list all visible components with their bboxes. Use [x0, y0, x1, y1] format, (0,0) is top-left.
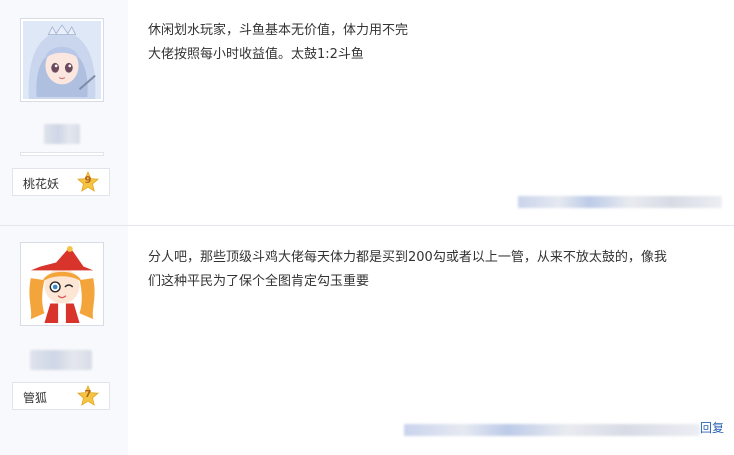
- avatar[interactable]: [20, 242, 104, 326]
- level-name: 桃花妖: [23, 177, 60, 191]
- level-name: 管狐: [23, 391, 48, 405]
- post-1: 桃花妖 9 休闲划水玩家，斗鱼基本无价值，体力用不完 大佬按照每小时收益值。太鼓…: [0, 0, 734, 226]
- post-meta-blurred: [518, 196, 722, 208]
- reply-link[interactable]: 回复: [700, 419, 724, 436]
- level-badge[interactable]: 桃花妖 9: [12, 168, 110, 196]
- level-star-icon: 7: [77, 385, 99, 407]
- post-2: 管狐 7 分人吧，那些顶级斗鸡大佬每天体力都是买到200勾或者以上一管，从来不放…: [0, 226, 734, 455]
- post-content: 分人吧，那些顶级斗鸡大佬每天体力都是买到200勾或者以上一管，从来不放太鼓的，像…: [148, 246, 714, 294]
- post-meta-blurred: [404, 424, 700, 436]
- post-line: 们这种平民为了保个全图肯定勾玉重要: [148, 274, 370, 289]
- author-sidebar: 管狐 7: [0, 226, 128, 455]
- level-progress-bar: [20, 152, 104, 156]
- avatar[interactable]: [20, 18, 104, 102]
- post-line: 分人吧，那些顶级斗鸡大佬每天体力都是买到200勾或者以上一管，从来不放太鼓的，像…: [148, 250, 667, 265]
- author-sidebar: 桃花妖 9: [0, 0, 128, 226]
- post-line: 休闲划水玩家，斗鱼基本无价值，体力用不完: [148, 23, 409, 38]
- post-content: 休闲划水玩家，斗鱼基本无价值，体力用不完 大佬按照每小时收益值。太鼓1:2斗鱼: [148, 19, 714, 67]
- post-line: 大佬按照每小时收益值。太鼓1:2斗鱼: [148, 47, 364, 62]
- level-number: 7: [84, 389, 92, 400]
- author-name-blurred[interactable]: [30, 350, 92, 370]
- author-name-blurred[interactable]: [44, 124, 80, 144]
- level-number: 9: [84, 175, 92, 186]
- avatar-image: [23, 21, 101, 99]
- level-star-icon: 9: [77, 171, 99, 193]
- level-badge[interactable]: 管狐 7: [12, 382, 110, 410]
- avatar-image: [23, 245, 101, 323]
